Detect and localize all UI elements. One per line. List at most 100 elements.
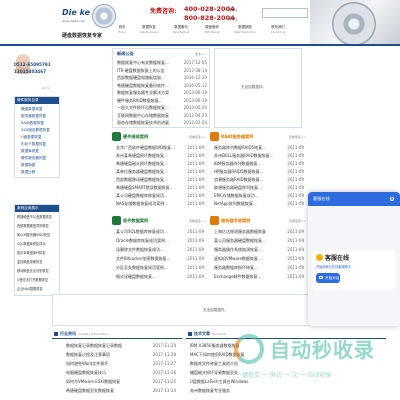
case-item-date: 2011-09 <box>187 265 204 270</box>
case-item[interactable]: 格式化硬盘数据恢复... 2011-09 <box>116 273 206 281</box>
support-phone-2: 13015403467 <box>14 69 47 74</box>
industry-subtitle: Industry Information <box>78 332 109 336</box>
case-item[interactable]: 某公司SQL数据库修复成功... 2011-09 <box>116 228 206 236</box>
search-input[interactable] <box>262 8 308 18</box>
sidebar: 0512-65095791 13015403467 24 hr 硬件服务目录 硬… <box>14 48 60 298</box>
chat-bubble-icon <box>319 276 323 279</box>
case-item-title: IBM服务器阵列数据恢复... <box>214 161 262 166</box>
case-item-title: 某公司硬盘数据库修复成功... <box>116 193 168 198</box>
tech-icon <box>188 332 192 336</box>
sidebar-case-item[interactable]: 企业NAS数据恢复 <box>17 285 43 293</box>
server-cases-icon <box>210 216 219 225</box>
case-item[interactable]: 浪潮服务器RAID数据恢复... 2011-09 <box>214 176 306 184</box>
sidebar-case-item[interactable]: 移动硬盘无法识别恢复 <box>17 267 49 275</box>
server-cases-more[interactable]: 查看更多>> <box>289 219 306 223</box>
case-item-date: 2011-09 <box>187 256 204 261</box>
case-item[interactable]: 联想服务器磁盘阵列恢复... 2011-09 <box>214 184 306 192</box>
case-item[interactable]: 苏州DELL服务器RAID数据恢复... 2011-09 <box>214 152 306 160</box>
case-item[interactable]: 希捷硬盘磁头损坏数据恢复... 2011-09 <box>116 160 206 168</box>
case-item[interactable]: NetApp阵列数据恢复... 2011-09 <box>214 200 306 208</box>
case-item[interactable]: 上海亿达物流服务器数据恢复 2011-09 <box>214 228 306 236</box>
case-item-date: 2011-09 <box>187 193 204 198</box>
industry-item[interactable]: 数据恢复记录数据恢复记录数据 2017-11-29 <box>66 342 178 350</box>
industry-item[interactable]: 数据恢复过程及注意事项 2017-11-28 <box>66 351 178 359</box>
tech-subtitle: Technical <box>212 332 226 336</box>
case-item[interactable]: 虚拟机VMware数据恢复... 2011-09 <box>214 255 306 263</box>
sidebar-case-item[interactable]: 希捷硬盘不认盘数据恢复 <box>17 213 52 221</box>
industry-item[interactable]: 如何为VMware ESXi数据恢复 2017-11-25 <box>66 378 178 386</box>
sidebar-case-item[interactable]: 西部数据硬盘异响恢复 <box>17 222 49 230</box>
case-item-date: 2011-09 <box>187 185 204 190</box>
nav-item-data-destruction[interactable]: 数据销毁 Data Destruction <box>228 24 262 42</box>
industry-item[interactable]: 电脑硬盘数据恢复技巧 2017-11-26 <box>66 369 178 377</box>
case-item[interactable]: 西部数据移动硬盘数据恢复... 2011-09 <box>116 176 206 184</box>
plugin-placeholder-text: 无法加载插件。 <box>203 308 229 312</box>
sidebar-section-title: 案例应用展示 <box>15 205 59 212</box>
industry-list: 数据恢复记录数据恢复记录数据 2017-11-29 数据恢复过程及注意事项 2017… <box>66 342 178 400</box>
case-item-date: 2011-09 <box>187 247 204 252</box>
chat-start-button[interactable]: 开始对话 <box>316 273 340 283</box>
case-item[interactable]: EMC存储数据恢复成功... 2011-09 <box>214 192 306 200</box>
sidebar-case-item[interactable]: 监控硬盘录像恢复 <box>17 258 43 266</box>
chat-minimize-icon[interactable] <box>390 197 394 201</box>
case-item[interactable]: 服务器数据库损坏修复... 2011-09 <box>214 264 306 272</box>
case-item-date: 2011-09 <box>187 238 204 243</box>
plugin-placeholder-text: 无法加载插件。 <box>241 85 267 89</box>
nav-item-data-recovery[interactable]: 数据恢复 Data Recovery <box>134 24 164 42</box>
raid-cases-more[interactable]: 查看更多>> <box>289 135 306 139</box>
case-item[interactable]: HP服务器RAID5数据恢复... 2011-09 <box>214 168 306 176</box>
industry-item[interactable]: 如何避免Word文件损坏 2017-11-27 <box>66 360 178 368</box>
case-item[interactable]: 苏州某希捷盘损坏数据恢复... 2011-09 <box>116 152 206 160</box>
sidebar-item[interactable]: 数据迁移 <box>21 168 35 176</box>
main-nav: 首页 Home 数据恢复 Data Recovery 数据备份 Data Backup… <box>112 22 312 44</box>
case-item[interactable]: Exchange邮件数据恢复... 2011-09 <box>214 273 306 281</box>
sidebar-case-item[interactable]: 某公司服务器RAID恢复 <box>17 231 50 239</box>
chat-start-label: 开始对话 <box>325 275 340 280</box>
case-item-date: 2011-09 <box>287 193 304 198</box>
case-item-title: 苏州某希捷盘损坏数据恢复... <box>116 153 168 158</box>
industry-item[interactable]: 希捷硬盘数据丢失数据恢复 2017-11-24 <box>66 387 178 395</box>
case-item[interactable]: IBM服务器阵列数据恢复... 2011-09 <box>214 160 306 168</box>
sidebar-section-title: 硬件服务目录 <box>15 97 59 104</box>
case-item[interactable]: 服务器操作系统崩溃恢复... 2011-09 <box>214 246 306 254</box>
case-item-date: 2011-09 <box>187 201 204 206</box>
nav-item-data-backup[interactable]: 数据备份 Data Backup <box>166 24 196 42</box>
case-item[interactable]: 某公司服务器硬盘数据恢复... 2011-09 <box>214 237 306 245</box>
case-item-date: 2011-09 <box>287 161 304 166</box>
case-item-date: 2011-09 <box>187 169 204 174</box>
case-item-title: 某公司SQL数据库修复成功... <box>116 229 168 234</box>
case-item-date: 2011-09 <box>287 145 304 150</box>
industry-item-date: 2017-11-26 <box>152 370 176 375</box>
case-item[interactable]: 服务器阵列数据RAID5恢复... 2011-09 <box>214 144 306 152</box>
case-item-title: 误删除文件数据恢复成功... <box>116 247 164 252</box>
case-item[interactable]: 希捷硬盘SMART错误数据恢复... 2011-09 <box>116 184 206 192</box>
case-item[interactable]: 金华广西软件硬盘数据WD恢复... 2011-09 <box>116 144 206 152</box>
hdd-cases-list: 金华广西软件硬盘数据WD恢复... 2011-09 苏州某希捷盘损坏数据恢复...… <box>116 144 206 210</box>
hdd-cases-more[interactable]: 查看更多>> <box>189 135 206 139</box>
case-item-title: 金华广西软件硬盘数据WD恢复... <box>116 145 175 150</box>
nav-item-contact[interactable]: 联系我们 Contact Us <box>264 24 292 42</box>
sidebar-case-item[interactable]: SQL数据库修复成功 <box>17 240 46 248</box>
case-item[interactable]: 分区丢失数据恢复成功案例... 2011-09 <box>116 264 206 272</box>
chat-header[interactable]: 客服在线 <box>308 192 400 206</box>
case-item[interactable]: 某公司硬盘数据库修复成功... 2011-09 <box>116 192 206 200</box>
news-title: 新闻公告 <box>117 51 134 56</box>
case-item[interactable]: Oracle数据库恢复成功案例... 2011-09 <box>116 237 206 245</box>
sidebar-case-item[interactable]: 笔记本硬盘摔坏恢复 <box>17 249 46 257</box>
case-item[interactable]: 某单位服务器硬盘数据恢复... 2011-09 <box>116 168 206 176</box>
chat-body: 客服在线 开始和我们在线客服聊天 开始对话 <box>308 206 400 326</box>
case-item-title: 希捷硬盘磁头损坏数据恢复... <box>116 161 168 166</box>
hdd-image <box>310 0 400 46</box>
case-item[interactable]: 误删除文件数据恢复成功... 2011-09 <box>116 246 206 254</box>
case-item[interactable]: NAS存储数据恢复成功案例... 2011-09 <box>116 200 206 208</box>
case-item[interactable]: 文件BitLocker加密数据恢复... 2011-09 <box>116 255 206 263</box>
tech-title: 技术文章 <box>194 331 210 336</box>
news-more-link[interactable]: 更多>> <box>195 52 206 56</box>
software-cases-more[interactable]: 查看更多>> <box>189 219 206 223</box>
watermark: 自动秒收录 一键提交 一 来访 一 次 一 自动收录 <box>230 332 400 400</box>
news-item[interactable]: 固态存储数据恢复技术的进展 2012-02-24 <box>117 119 209 127</box>
nav-item-hdd-repair[interactable]: 硬盘维修 HDD Repair <box>198 24 226 42</box>
news-panel: 新闻公告 更多>> 数据恢复中心有关数据恢复... 2017-12-05 ITR·… <box>112 48 210 128</box>
nav-item-home[interactable]: 首页 Home <box>112 24 132 42</box>
sidebar-case-item[interactable]: U盘无法打开数据恢复 <box>17 276 48 284</box>
